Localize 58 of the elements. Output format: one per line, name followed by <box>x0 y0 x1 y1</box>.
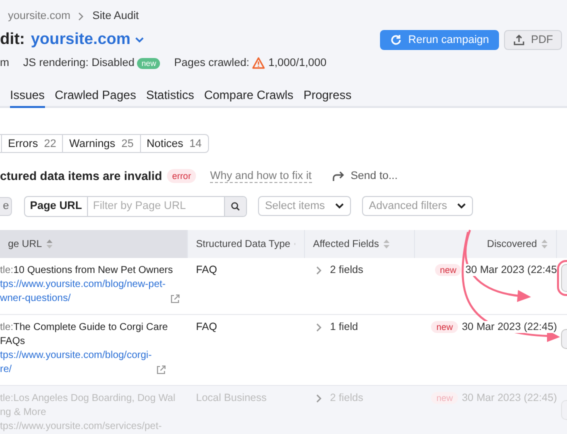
table-cell: FAQ <box>196 321 218 333</box>
severity-filter[interactable]: Warnings 25 <box>63 134 141 153</box>
fields-expander[interactable]: 2 fields <box>316 264 364 276</box>
search-button[interactable] <box>224 196 246 216</box>
severity-filter[interactable]: Notices 14 <box>140 134 209 153</box>
page-url-link[interactable]: tps://www.yoursite.com/blog/new-pet- wner-questions/ <box>0 278 166 306</box>
new-badge: new <box>431 321 458 333</box>
page-title-text: tle:The Complete Guide to Corgi Care FAQs <box>0 321 169 349</box>
date-text: 30 Mar 2023 (22:45 <box>465 264 557 276</box>
send-to-button[interactable]: Send to... <box>332 170 398 182</box>
warning-icon <box>252 57 266 69</box>
severity-filter[interactable]: Errors 22 <box>2 134 64 153</box>
table-cell: Local Business <box>196 392 267 404</box>
external-link-icon[interactable] <box>156 365 166 375</box>
chevron-right-icon <box>316 394 322 402</box>
breadcrumb-item[interactable]: yoursite.com <box>8 10 70 22</box>
new-badge: new <box>431 392 458 404</box>
refresh-icon <box>390 34 402 46</box>
page-title: dit: <box>0 31 25 49</box>
column-header[interactable]: ge URL <box>0 230 188 258</box>
pages-crawled-value: 1,000/1,000 <box>268 57 326 69</box>
tab[interactable]: Crawled Pages <box>54 88 136 108</box>
chevron-right-icon <box>78 12 84 20</box>
new-badge: new <box>434 264 462 276</box>
external-link-icon[interactable] <box>170 294 180 304</box>
column-header[interactable]: Affected Fields <box>305 230 415 258</box>
error-badge: error <box>167 169 196 183</box>
tab[interactable]: Statistics <box>146 88 194 108</box>
export-button[interactable]: PDF <box>504 30 562 50</box>
column-header[interactable]: Discovered <box>415 230 557 258</box>
chevron-down-icon <box>135 37 144 43</box>
chevron-right-icon <box>316 266 322 274</box>
help-link[interactable]: Why and how to fix it <box>210 170 312 182</box>
tab[interactable]: Issues <box>10 88 45 108</box>
issue-title: ctured data items are invalid <box>0 169 162 183</box>
column-header[interactable]: Structured Data Type <box>188 230 305 258</box>
info-text: m <box>0 57 10 69</box>
new-badge: new <box>137 58 160 68</box>
project-dropdown[interactable]: yoursite.com <box>30 31 144 49</box>
chevron-right-icon <box>316 322 322 332</box>
table-cell: FAQ <box>196 264 218 276</box>
date-text: 30 Mar 2023 (22:45) <box>462 392 557 404</box>
fields-expander[interactable]: 1 field <box>316 321 358 333</box>
chevron-down-icon <box>334 203 344 209</box>
breadcrumb-item: Site Audit <box>92 10 139 22</box>
page-url-link[interactable]: tps://www.yoursite.com/blog/corgi- re/ <box>0 349 152 377</box>
tab[interactable]: Progress <box>303 88 352 108</box>
share-arrow-icon <box>332 170 345 182</box>
upload-icon <box>513 34 525 46</box>
filter-button[interactable]: e <box>0 196 12 216</box>
chevron-down-icon <box>457 203 466 209</box>
search-icon <box>230 200 240 212</box>
page-url-filter-field[interactable]: Page URL Filter by Page URL <box>24 196 247 216</box>
page-title-text: tle:10 Questions from New Pet Owners <box>0 264 174 278</box>
js-rendering-text: JS rendering: Disabled <box>23 57 134 69</box>
date-text: 30 Mar 2023 (22:45) <box>462 321 557 333</box>
tab[interactable]: Compare Crawls <box>204 88 294 108</box>
pages-crawled-label: Pages crawled: <box>174 57 250 69</box>
